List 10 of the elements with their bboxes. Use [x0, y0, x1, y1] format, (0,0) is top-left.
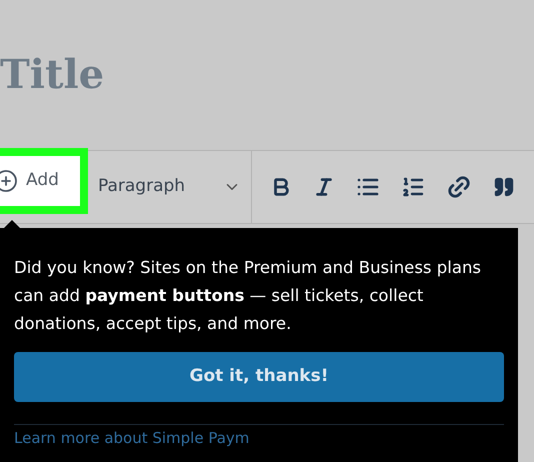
italic-icon[interactable] [313, 176, 335, 198]
plus-icon [0, 169, 18, 193]
got-it-button[interactable]: Got it, thanks! [14, 352, 504, 402]
paragraph-dropdown[interactable]: Paragraph [88, 151, 252, 223]
learn-more-link[interactable]: Learn more about Simple Paym [14, 429, 504, 447]
numbered-list-icon[interactable] [401, 175, 425, 199]
post-title[interactable]: Title [0, 45, 104, 105]
quote-icon[interactable] [493, 176, 515, 198]
add-button[interactable]: Add [0, 148, 88, 214]
tip-message: Did you know? Sites on the Premium and Business plans can add payment buttons — sell tickets, collect donations, accept tips, and more. [14, 257, 482, 335]
